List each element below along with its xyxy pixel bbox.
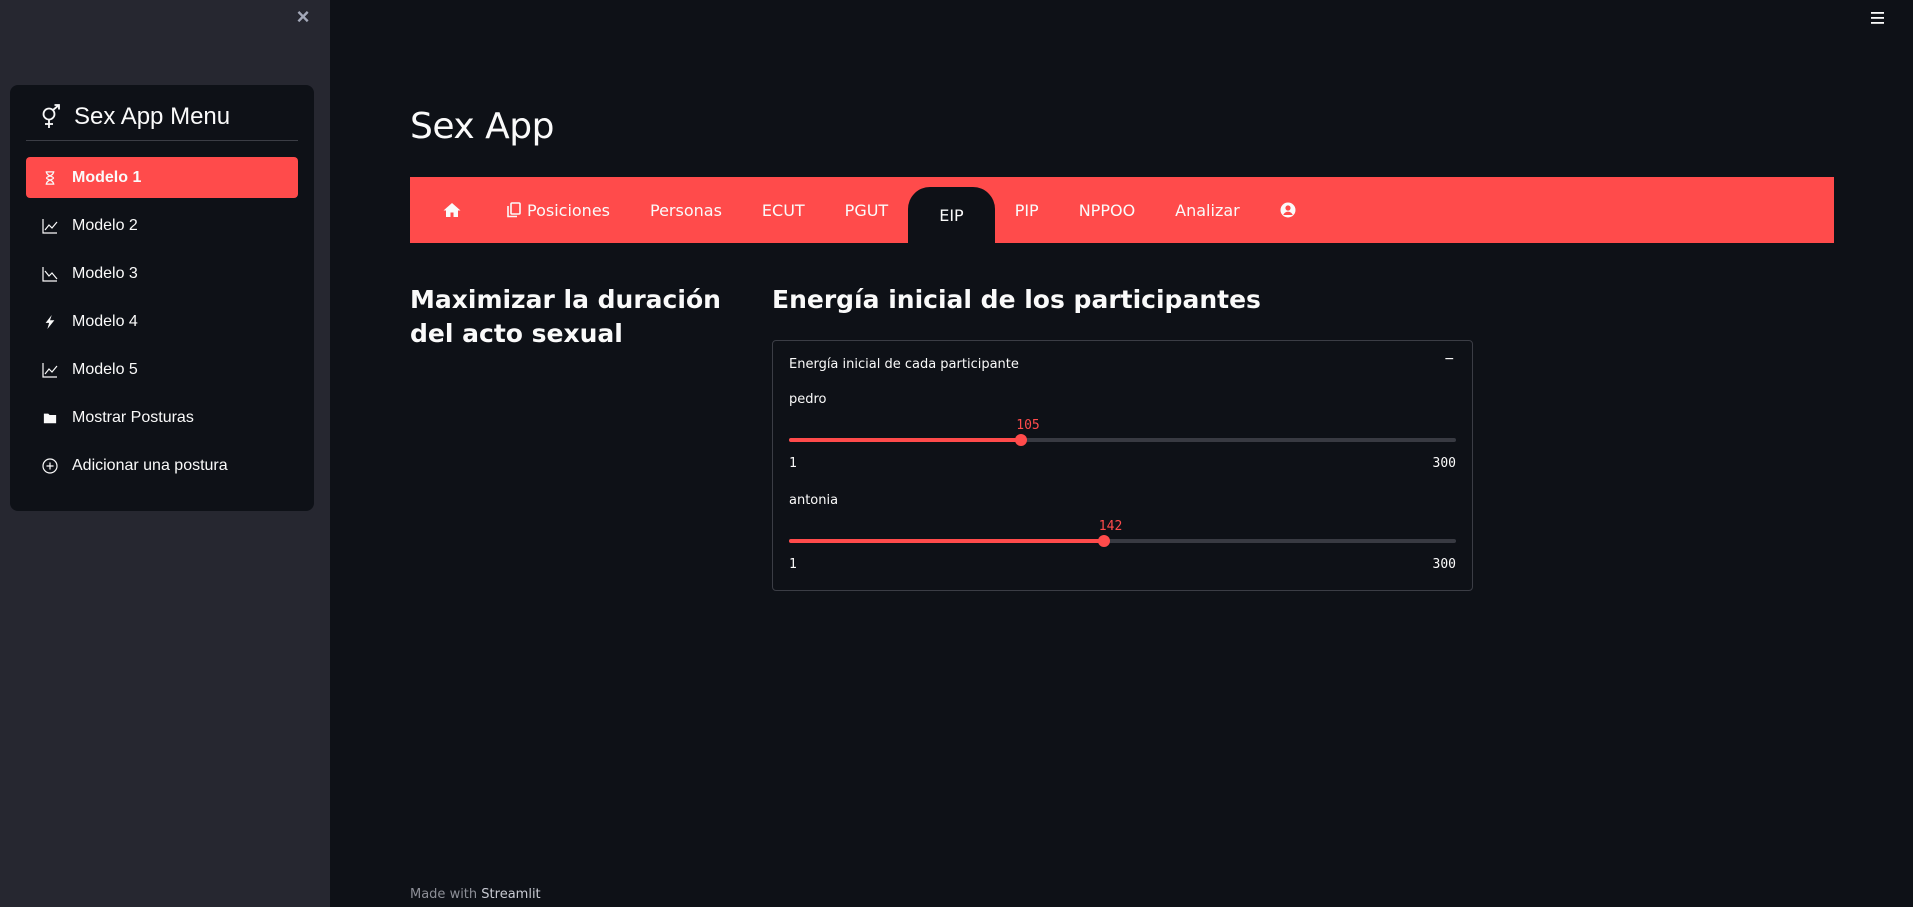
- menu-title: Sex App Menu: [26, 101, 298, 141]
- slider-value: 105: [1016, 418, 1040, 433]
- tab-label: PIP: [1014, 200, 1039, 220]
- sidebar-item-modelo-3[interactable]: Modelo 3: [26, 253, 298, 294]
- sidebar: × Sex App Menu Modelo 1 Modelo 2 Modelo …: [0, 0, 330, 907]
- slider-max: 300: [1432, 557, 1456, 572]
- slider-antonia: antonia 142 1 300: [789, 493, 1456, 573]
- energy-expander: Energía inicial de cada participante − p…: [772, 340, 1473, 591]
- slider-pedro: pedro 105 1 300: [789, 392, 1456, 472]
- slider-label: pedro: [789, 392, 827, 407]
- tab-user[interactable]: [1260, 182, 1322, 238]
- hourglass-icon: [42, 170, 58, 186]
- folder-icon: [42, 410, 58, 426]
- tab-posiciones[interactable]: Posiciones: [487, 182, 630, 238]
- top-navbar: Posiciones Personas ECUT PGUT EIP PIP NP…: [410, 177, 1834, 243]
- slider-thumb[interactable]: [1097, 535, 1110, 547]
- tab-label: Personas: [650, 200, 722, 220]
- slider-min: 1: [789, 456, 797, 471]
- graph-up-icon: [42, 218, 58, 234]
- close-icon[interactable]: ×: [293, 6, 313, 28]
- sidebar-item-modelo-2[interactable]: Modelo 2: [26, 205, 298, 246]
- tab-label: PGUT: [844, 200, 889, 220]
- tab-label: NPPOO: [1078, 200, 1136, 220]
- slider-track[interactable]: [789, 434, 1456, 446]
- plus-circle-icon: [42, 457, 58, 474]
- hamburger-menu-icon[interactable]: [1869, 10, 1887, 26]
- sidebar-item-label: Modelo 3: [72, 264, 138, 282]
- tab-label: EIP: [939, 205, 964, 225]
- graph-up-icon: [42, 362, 58, 378]
- slider-track[interactable]: [789, 535, 1456, 547]
- sidebar-item-modelo-5[interactable]: Modelo 5: [26, 349, 298, 390]
- sidebar-item-label: Adicionar una postura: [72, 456, 228, 474]
- slider-fill: [789, 438, 1021, 442]
- sidebar-item-label: Modelo 4: [72, 312, 138, 330]
- tab-label: ECUT: [761, 200, 805, 220]
- slider-max: 300: [1432, 456, 1456, 471]
- sidebar-item-modelo-4[interactable]: Modelo 4: [26, 301, 298, 342]
- slider-thumb[interactable]: [1015, 434, 1027, 446]
- sidebar-menu: Sex App Menu Modelo 1 Modelo 2 Modelo 3 …: [10, 85, 314, 511]
- expander-header[interactable]: Energía inicial de cada participante: [789, 357, 1019, 372]
- sidebar-item-label: Modelo 1: [72, 168, 142, 186]
- sidebar-item-label: Modelo 2: [72, 216, 138, 234]
- footer-brand-link[interactable]: Streamlit: [481, 887, 540, 902]
- slider-label: antonia: [789, 493, 839, 508]
- sidebar-item-label: Mostrar Posturas: [72, 408, 194, 426]
- sidebar-item-modelo-1[interactable]: Modelo 1: [26, 157, 298, 198]
- collapse-icon[interactable]: −: [1445, 351, 1454, 369]
- page-title: Sex App: [410, 106, 554, 147]
- tab-ecut[interactable]: ECUT: [742, 182, 825, 238]
- tab-pip[interactable]: PIP: [995, 182, 1059, 238]
- copy-icon: [507, 202, 521, 218]
- tab-personas[interactable]: Personas: [630, 182, 742, 238]
- right-heading: Energía inicial de los participantes: [772, 285, 1261, 314]
- tab-label: Analizar: [1175, 200, 1240, 220]
- menu-title-text: Sex App Menu: [74, 102, 231, 130]
- home-icon: [443, 202, 461, 218]
- tab-pgut[interactable]: PGUT: [825, 182, 909, 238]
- footer: Made with Streamlit: [410, 887, 541, 902]
- tab-analizar[interactable]: Analizar: [1155, 182, 1260, 238]
- tab-home[interactable]: [423, 182, 487, 238]
- tab-label: Posiciones: [527, 200, 610, 220]
- lightning-icon: [42, 314, 58, 330]
- graph-down-icon: [42, 266, 58, 282]
- gender-icon: [42, 103, 60, 128]
- slider-min: 1: [789, 557, 797, 572]
- sidebar-item-mostrar-posturas[interactable]: Mostrar Posturas: [26, 397, 298, 438]
- user-circle-icon: [1280, 202, 1296, 218]
- tab-nppoo[interactable]: NPPOO: [1059, 182, 1155, 238]
- left-heading: Maximizar la duración del acto sexual: [410, 285, 721, 348]
- tab-eip[interactable]: EIP: [908, 187, 995, 243]
- sidebar-item-adicionar-postura[interactable]: Adicionar una postura: [26, 445, 298, 486]
- slider-value: 142: [1098, 519, 1123, 534]
- slider-fill: [789, 539, 1104, 543]
- sidebar-item-label: Modelo 5: [72, 360, 138, 378]
- footer-prefix: Made with: [410, 887, 478, 902]
